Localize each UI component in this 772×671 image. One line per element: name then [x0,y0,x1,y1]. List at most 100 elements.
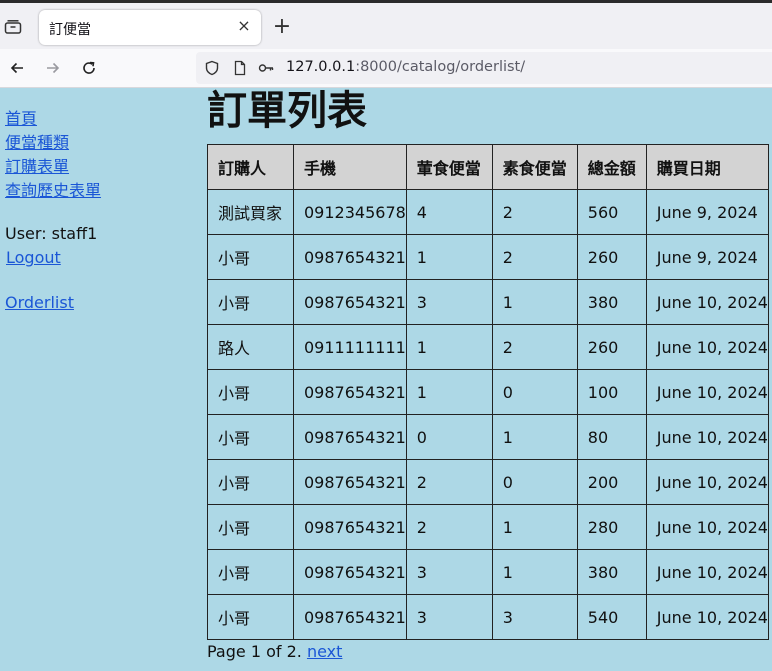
table-cell: 1 [491,414,578,460]
tab-list-button[interactable] [3,17,23,37]
table-cell: 小哥 [207,279,294,325]
table-cell: 0987654321 [293,594,407,640]
url-text[interactable]: 127.0.0.1:8000/catalog/orderlist/ [286,59,525,75]
back-button[interactable] [6,57,28,79]
table-cell: 小哥 [207,459,294,505]
table-cell: 0987654321 [293,369,407,415]
table-cell: June 10, 2024 [645,324,769,370]
column-header: 總金額 [576,144,647,190]
sidebar-link-order-form[interactable]: 訂購表單 [5,155,101,179]
column-header: 購買日期 [645,144,769,190]
table-cell: 0987654321 [293,549,407,595]
logout-link[interactable]: Logout [6,246,101,270]
table-row: 小哥 0987654321 2 0 200 June 10, 2024 [207,459,769,505]
table-cell: 540 [576,594,647,640]
table-cell: 2 [405,459,493,505]
table-cell: 0911111111 [293,324,407,370]
table-row: 小哥 0987654321 3 1 380 June 10, 2024 [207,549,769,595]
table-cell: 260 [576,234,647,280]
column-header: 手機 [293,144,407,190]
page-icon[interactable] [232,60,248,76]
table-cell: 0987654321 [293,459,407,505]
forward-button[interactable] [42,57,64,79]
sidebar-link-home[interactable]: 首頁 [5,107,101,131]
forward-arrow-icon [47,62,60,74]
column-header: 葷食便當 [405,144,493,190]
nav-bar: 127.0.0.1:8000/catalog/orderlist/ [0,49,772,88]
table-cell: 1 [491,504,578,550]
new-tab-button[interactable]: + [270,16,294,40]
table-cell: 0912345678 [293,189,407,235]
table-row: 小哥 0987654321 3 1 380 June 10, 2024 [207,279,769,325]
table-cell: 3 [491,594,578,640]
reload-icon [83,61,95,74]
column-header: 訂購人 [207,144,294,190]
tab-active[interactable]: 訂便當 × [39,10,261,45]
table-cell: June 10, 2024 [645,279,769,325]
table-cell: 1 [405,234,493,280]
table-cell: June 10, 2024 [645,594,769,640]
table-cell: June 10, 2024 [645,504,769,550]
url-path: :8000/catalog/orderlist/ [355,59,526,75]
sidebar: 首頁 便當種類 訂購表單 查詢歷史表單 User: staff1 Logout … [5,107,101,315]
table-row: 測試買家 0912345678 4 2 560 June 9, 2024 [207,189,769,235]
url-host: 127.0.0.1 [286,59,356,75]
table-cell: June 10, 2024 [645,414,769,460]
table-cell: 0987654321 [293,279,407,325]
table-cell: 1 [405,324,493,370]
table-row: 小哥 0987654321 2 1 280 June 10, 2024 [207,504,769,550]
table-cell: June 10, 2024 [645,369,769,415]
table-cell: 200 [576,459,647,505]
table-cell: 2 [491,324,578,370]
table-cell: 0987654321 [293,414,407,460]
key-icon[interactable] [258,60,274,76]
table-cell: June 10, 2024 [645,549,769,595]
table-cell: 小哥 [207,369,294,415]
table-cell: 3 [405,594,493,640]
table-row: 小哥 0987654321 0 1 80 June 10, 2024 [207,414,769,460]
table-cell: 380 [576,549,647,595]
table-row: 小哥 0987654321 3 3 540 June 10, 2024 [207,594,769,640]
page-indicator: Page 1 of 2. [207,642,302,661]
table-cell: 2 [491,234,578,280]
table-cell: 2 [405,504,493,550]
shield-icon[interactable] [204,60,220,76]
table-cell: 100 [576,369,647,415]
table-cell: 0 [491,369,578,415]
table-cell: June 10, 2024 [645,459,769,505]
table-row: 路人 0911111111 1 2 260 June 10, 2024 [207,324,769,370]
table-cell: 4 [405,189,493,235]
table-cell: 0987654321 [293,504,407,550]
tab-strip: 訂便當 × + [0,3,772,49]
table-row: 小哥 0987654321 1 0 100 June 10, 2024 [207,369,769,415]
close-icon[interactable]: × [235,16,253,36]
table-cell: 小哥 [207,504,294,550]
table-cell: 小哥 [207,414,294,460]
table-body: 測試買家 0912345678 4 2 560 June 9, 2024 小哥 0987654… [207,189,769,640]
table-cell: 測試買家 [207,189,294,235]
table-cell: 小哥 [207,234,294,280]
orderlist-link[interactable]: Orderlist [5,291,101,315]
table-cell: 小哥 [207,594,294,640]
orders-table: 訂購人 手機 葷食便當 素食便當 總金額 購買日期 測試買家 0912345678… [207,144,769,640]
tab-title: 訂便當 [49,22,91,38]
table-header-row: 訂購人 手機 葷食便當 素食便當 總金額 購買日期 [207,144,769,190]
reload-button[interactable] [78,57,100,79]
table-cell: 1 [491,279,578,325]
sidebar-link-history[interactable]: 查詢歷史表單 [5,179,101,203]
next-page-link[interactable]: next [307,642,342,661]
user-label: User: staff1 [5,224,98,243]
url-bar[interactable]: 127.0.0.1:8000/catalog/orderlist/ [196,52,772,84]
sidebar-link-bento-types[interactable]: 便當種類 [5,131,101,155]
pagination: Page 1 of 2. next [207,642,342,662]
table-cell: 路人 [207,324,294,370]
table-cell: 260 [576,324,647,370]
table-cell: 0 [405,414,493,460]
table-cell: June 9, 2024 [645,189,769,235]
table-cell: 0 [491,459,578,505]
table-cell: June 9, 2024 [645,234,769,280]
page-title: 訂單列表 [207,88,367,134]
tab-list-icon [4,20,22,34]
table-cell: 1 [491,549,578,595]
column-header: 素食便當 [491,144,578,190]
